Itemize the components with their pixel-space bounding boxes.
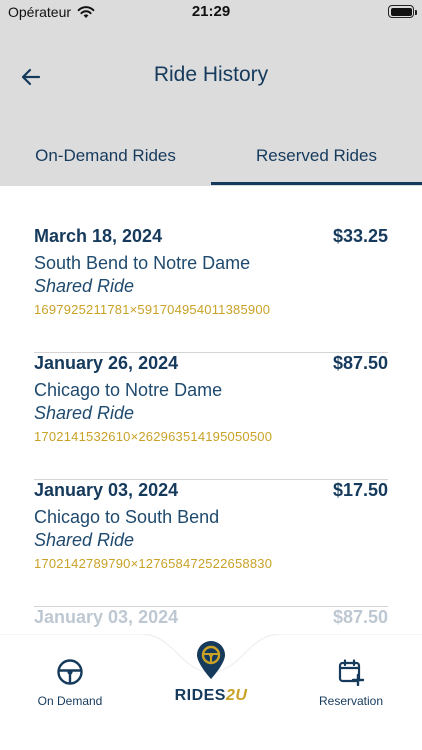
ride-route: South Bend to Notre Dame (34, 253, 251, 273)
ride-type: Shared Ride (34, 530, 135, 550)
brand-accent-text: 2U (225, 687, 248, 704)
ride-date: January 03, 2024 (34, 607, 179, 627)
ride-type: Shared Ride (34, 276, 135, 296)
steering-wheel-icon (57, 659, 83, 685)
active-tab-indicator (211, 182, 422, 185)
ride-id: 1702142789790×127658472522658830 (34, 556, 273, 571)
ride-item[interactable]: January 26, 2024 $87.50 Chicago to Notre… (34, 353, 388, 480)
status-bar: Opérateur 21:29 (0, 0, 422, 26)
nav-on-demand[interactable]: On Demand (15, 658, 125, 708)
ride-type: Shared Ride (34, 403, 135, 423)
brand-logo-text: RIDES2U (161, 687, 261, 705)
page-title: Ride History (153, 63, 269, 86)
ride-id: 1697925211781×591704954011385900 (34, 302, 271, 317)
ride-price: $87.50 (332, 353, 388, 373)
battery-icon (388, 5, 417, 18)
tab-reserved-rides[interactable]: Reserved Rides (211, 146, 422, 166)
ride-item[interactable]: March 18, 2024 $33.25 South Bend to Notr… (34, 226, 388, 353)
tab-on-demand-rides[interactable]: On-Demand Rides (0, 146, 211, 166)
ride-date: January 26, 2024 (34, 353, 179, 373)
nav-brand-home[interactable]: RIDES2U (161, 640, 261, 705)
nav-reservation[interactable]: Reservation (296, 658, 406, 708)
ride-price: $87.50 (332, 607, 388, 627)
nav-reservation-label: Reservation (318, 694, 384, 708)
bottom-navigation: On Demand RIDES2U Reservation (0, 634, 422, 750)
ride-item[interactable]: January 03, 2024 $17.50 Chicago to South… (34, 480, 388, 607)
ride-date: January 03, 2024 (34, 480, 179, 500)
location-pin-wheel-icon (197, 641, 225, 679)
ride-date: March 18, 2024 (34, 226, 163, 246)
brand-main-text: RIDES (174, 687, 226, 704)
ride-id: 1702141532610×262963514195050500 (34, 429, 273, 444)
ride-price: $17.50 (332, 480, 388, 500)
ride-route: Chicago to Notre Dame (34, 380, 223, 400)
status-time: 21:29 (191, 3, 231, 20)
nav-on-demand-label: On Demand (37, 694, 103, 708)
calendar-add-icon (338, 659, 365, 686)
ride-route: Chicago to South Bend (34, 507, 220, 527)
ride-price: $33.25 (332, 226, 388, 246)
